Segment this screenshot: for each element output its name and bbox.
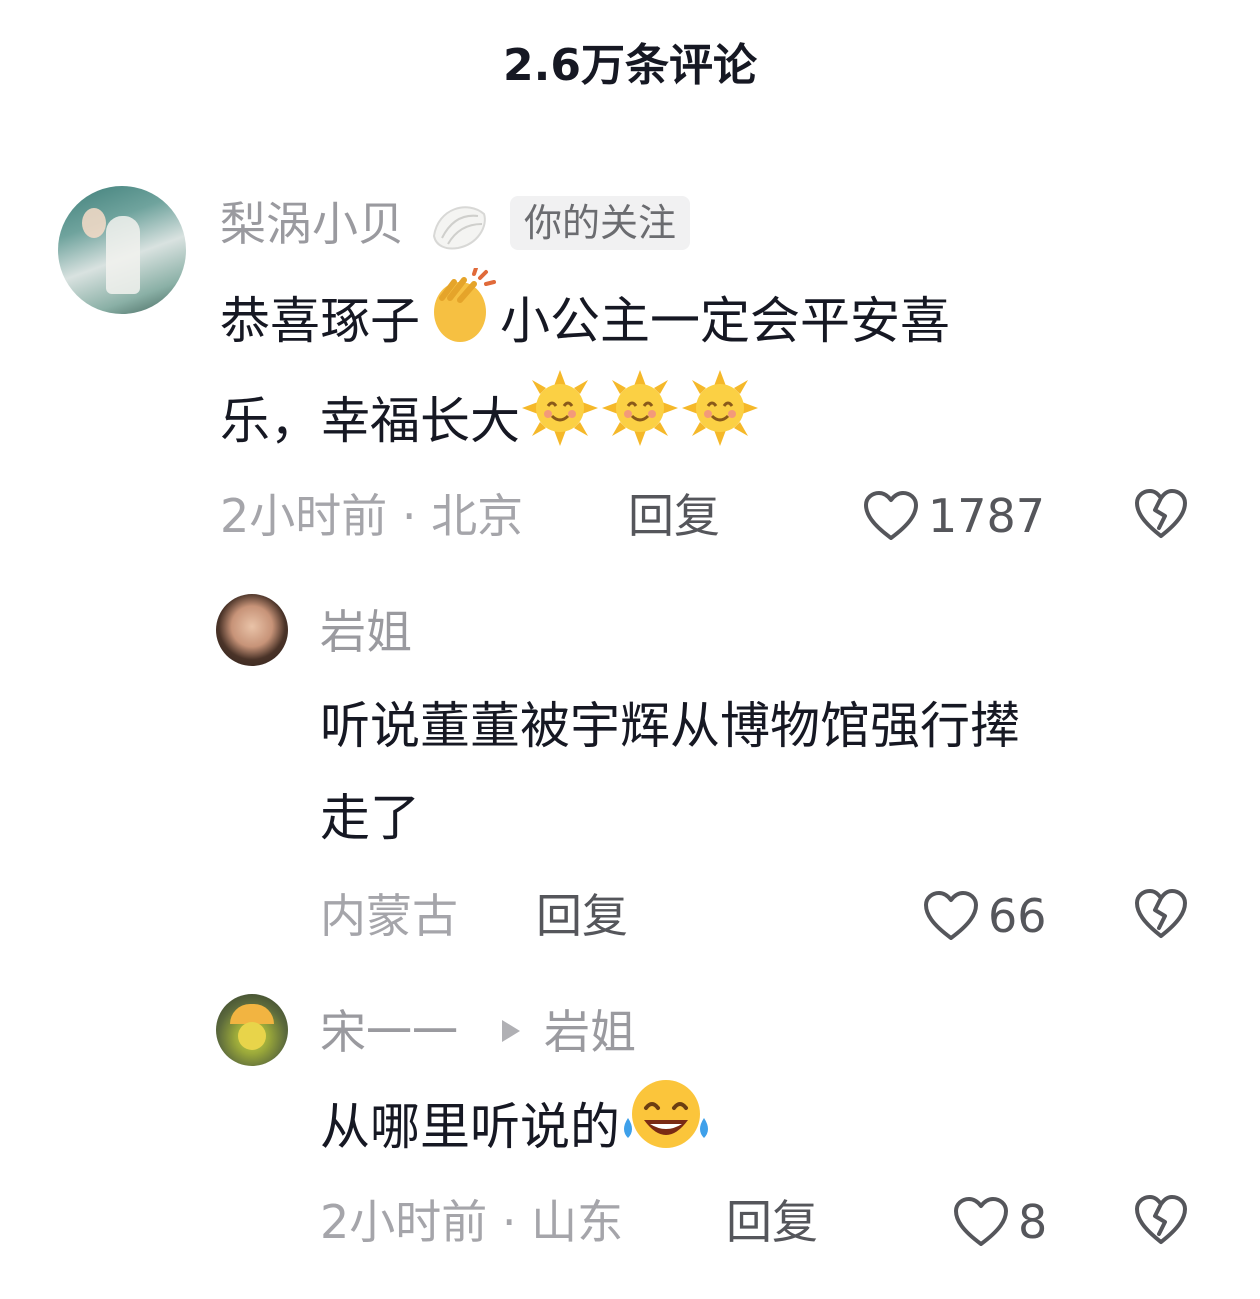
tears-of-joy-emoji	[620, 1074, 712, 1187]
smiling-sun-emoji	[680, 368, 760, 481]
comment-text-line: 乐，幸福长大	[220, 368, 760, 481]
like-button[interactable]: 1787	[862, 486, 1045, 546]
heart-icon	[954, 1197, 1008, 1246]
comment-author[interactable]: 岩姐	[320, 600, 412, 664]
following-tag: 你的关注	[510, 196, 691, 250]
broken-heart-icon	[1135, 889, 1187, 938]
comment-text-line: 听说董董被宇辉从博物馆强行撵	[320, 697, 1020, 755]
comment-time-location: 2小时前 · 北京	[220, 489, 524, 543]
reply-button[interactable]: 回复	[726, 1192, 818, 1252]
comment-time-location: 2小时前 · 山东	[320, 1195, 624, 1249]
like-count: 8	[1018, 1195, 1048, 1249]
reply-button[interactable]: 回复	[536, 886, 628, 946]
reply-button[interactable]: 回复	[628, 486, 720, 546]
reply-to-author[interactable]: 岩姐	[544, 1000, 636, 1064]
dislike-button[interactable]	[1133, 1194, 1189, 1250]
smiling-sun-emoji	[600, 368, 680, 481]
comment-author[interactable]: 梨涡小贝	[220, 192, 404, 256]
like-count: 66	[988, 889, 1047, 943]
avatar[interactable]	[216, 994, 288, 1066]
heart-icon	[924, 891, 978, 940]
comment-author[interactable]: 宋一一	[320, 1000, 458, 1064]
comment-text-line: 走了	[320, 789, 420, 847]
smiling-sun-emoji	[520, 368, 600, 481]
reply-arrow-icon	[502, 1020, 520, 1042]
avatar[interactable]	[58, 186, 186, 314]
comment-text-line: 恭喜琢子 小公主一定会平安喜	[220, 266, 950, 381]
broken-heart-icon	[1135, 489, 1187, 538]
comment-text-line: 从哪里听说的	[320, 1074, 712, 1187]
broken-heart-icon	[1135, 1195, 1187, 1244]
shell-icon	[432, 206, 486, 250]
heart-icon	[864, 491, 918, 540]
like-button[interactable]: 66	[922, 886, 1047, 946]
comments-count-title: 2.6万条评论	[503, 40, 757, 91]
avatar[interactable]	[216, 594, 288, 666]
dislike-button[interactable]	[1133, 488, 1189, 544]
comment-location: 内蒙古	[320, 889, 458, 943]
like-button[interactable]: 8	[952, 1192, 1047, 1252]
clapping-hands-emoji	[420, 266, 500, 381]
like-count: 1787	[928, 489, 1046, 543]
dislike-button[interactable]	[1133, 888, 1189, 944]
